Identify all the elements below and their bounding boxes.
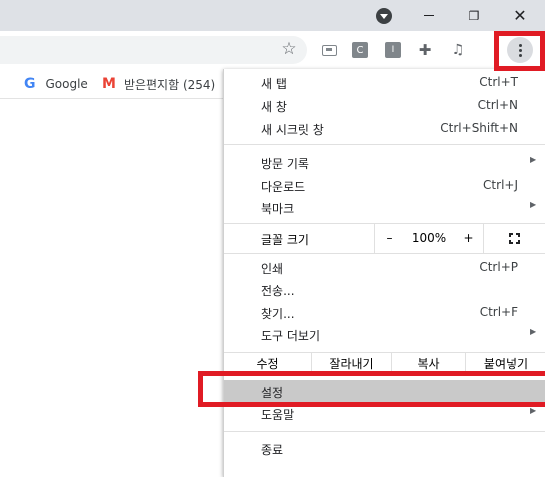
menu-item-shortcut: Ctrl+N	[477, 98, 518, 112]
menu-item-exit[interactable]: 종료	[224, 441, 545, 459]
annotation-highlight-menu-button	[494, 31, 545, 71]
extension-i-button[interactable]: I	[385, 42, 401, 58]
menu-item-more-tools[interactable]: 도구 더보기 ▶	[224, 327, 545, 345]
submenu-arrow-icon: ▶	[530, 155, 537, 164]
minimize-icon	[424, 15, 434, 16]
menu-item-label: 종료	[261, 443, 284, 457]
gmail-icon: M	[102, 76, 116, 92]
cast-icon	[321, 44, 337, 56]
submenu-arrow-icon: ▶	[530, 406, 537, 415]
zoom-out-button[interactable]: –	[374, 223, 404, 253]
fullscreen-icon	[508, 232, 520, 244]
menu-item-label: 찾기...	[261, 307, 295, 321]
fullscreen-button[interactable]	[494, 223, 534, 253]
bookmark-star-icon[interactable]: ☆	[278, 37, 300, 61]
menu-item-label: 북마크	[261, 202, 295, 216]
menu-item-label: 새 창	[261, 100, 287, 114]
address-bar[interactable]	[0, 36, 307, 64]
minimize-button[interactable]	[414, 0, 444, 31]
zoom-level: 100%	[411, 231, 447, 245]
title-bar: ❐ ✕	[0, 0, 545, 31]
media-control-icon[interactable]: ♫	[448, 42, 468, 58]
menu-item-find[interactable]: 찾기... Ctrl+F	[224, 305, 545, 323]
zoom-label: 글꼴 크기	[261, 233, 309, 247]
menu-item-new-tab[interactable]: 새 탭 Ctrl+T	[224, 75, 545, 93]
menu-item-label: 전송...	[261, 284, 295, 298]
extensions-puzzle-icon[interactable]: ✚	[416, 41, 434, 59]
menu-item-downloads[interactable]: 다운로드 Ctrl+J	[224, 178, 545, 196]
menu-item-shortcut: Ctrl+J	[483, 178, 518, 192]
menu-item-label: 방문 기록	[261, 157, 309, 171]
extension-c-button[interactable]: C	[352, 42, 368, 58]
menu-item-label: 인쇄	[261, 262, 284, 276]
zoom-in-button[interactable]: +	[454, 223, 484, 253]
menu-item-bookmarks[interactable]: 북마크 ▶	[224, 200, 545, 218]
menu-item-incognito[interactable]: 새 시크릿 창 Ctrl+Shift+N	[224, 121, 545, 139]
submenu-arrow-icon: ▶	[530, 200, 537, 209]
browser-window: ❐ ✕ ☆ C I ✚ ♫ G Google M 받은편지함 (254) 새 탭	[0, 0, 545, 477]
menu-item-new-window[interactable]: 새 창 Ctrl+N	[224, 98, 545, 116]
submenu-arrow-icon: ▶	[530, 327, 537, 336]
annotation-highlight-settings	[198, 371, 545, 407]
close-button[interactable]: ✕	[505, 0, 535, 31]
menu-item-history[interactable]: 방문 기록 ▶	[224, 155, 545, 173]
menu-item-shortcut: Ctrl+T	[479, 75, 518, 89]
menu-divider	[224, 144, 545, 145]
bookmark-label: 받은편지함 (254)	[123, 77, 216, 92]
profile-dropdown-icon	[376, 7, 392, 24]
menu-item-shortcut: Ctrl+Shift+N	[440, 121, 518, 135]
menu-item-help[interactable]: 도움말 ▶	[224, 406, 545, 424]
bookmark-gmail[interactable]: M 받은편지함 (254)	[102, 69, 215, 99]
menu-item-label: 새 탭	[261, 77, 287, 91]
close-icon: ✕	[513, 6, 527, 25]
restore-icon: ❐	[468, 8, 480, 23]
menu-divider	[224, 253, 545, 254]
restore-button[interactable]: ❐	[459, 0, 489, 31]
profile-button[interactable]	[370, 0, 398, 31]
menu-item-label: 다운로드	[261, 180, 306, 194]
menu-item-shortcut: Ctrl+F	[479, 305, 518, 319]
zoom-row: 글꼴 크기 – 100% +	[224, 223, 545, 253]
menu-item-print[interactable]: 인쇄 Ctrl+P	[224, 260, 545, 278]
bookmark-label: Google	[45, 77, 88, 91]
menu-item-label: 도움말	[261, 408, 295, 422]
menu-divider	[224, 431, 545, 432]
bookmark-google[interactable]: G Google	[24, 69, 88, 99]
menu-item-cast[interactable]: 전송...	[224, 282, 545, 300]
menu-item-shortcut: Ctrl+P	[479, 260, 518, 274]
google-icon: G	[24, 76, 36, 92]
menu-item-label: 새 시크릿 창	[261, 123, 324, 137]
chrome-menu: 새 탭 Ctrl+T 새 창 Ctrl+N 새 시크릿 창 Ctrl+Shift…	[223, 69, 545, 477]
menu-item-label: 도구 더보기	[261, 329, 321, 343]
cast-extension-button[interactable]	[320, 42, 338, 58]
